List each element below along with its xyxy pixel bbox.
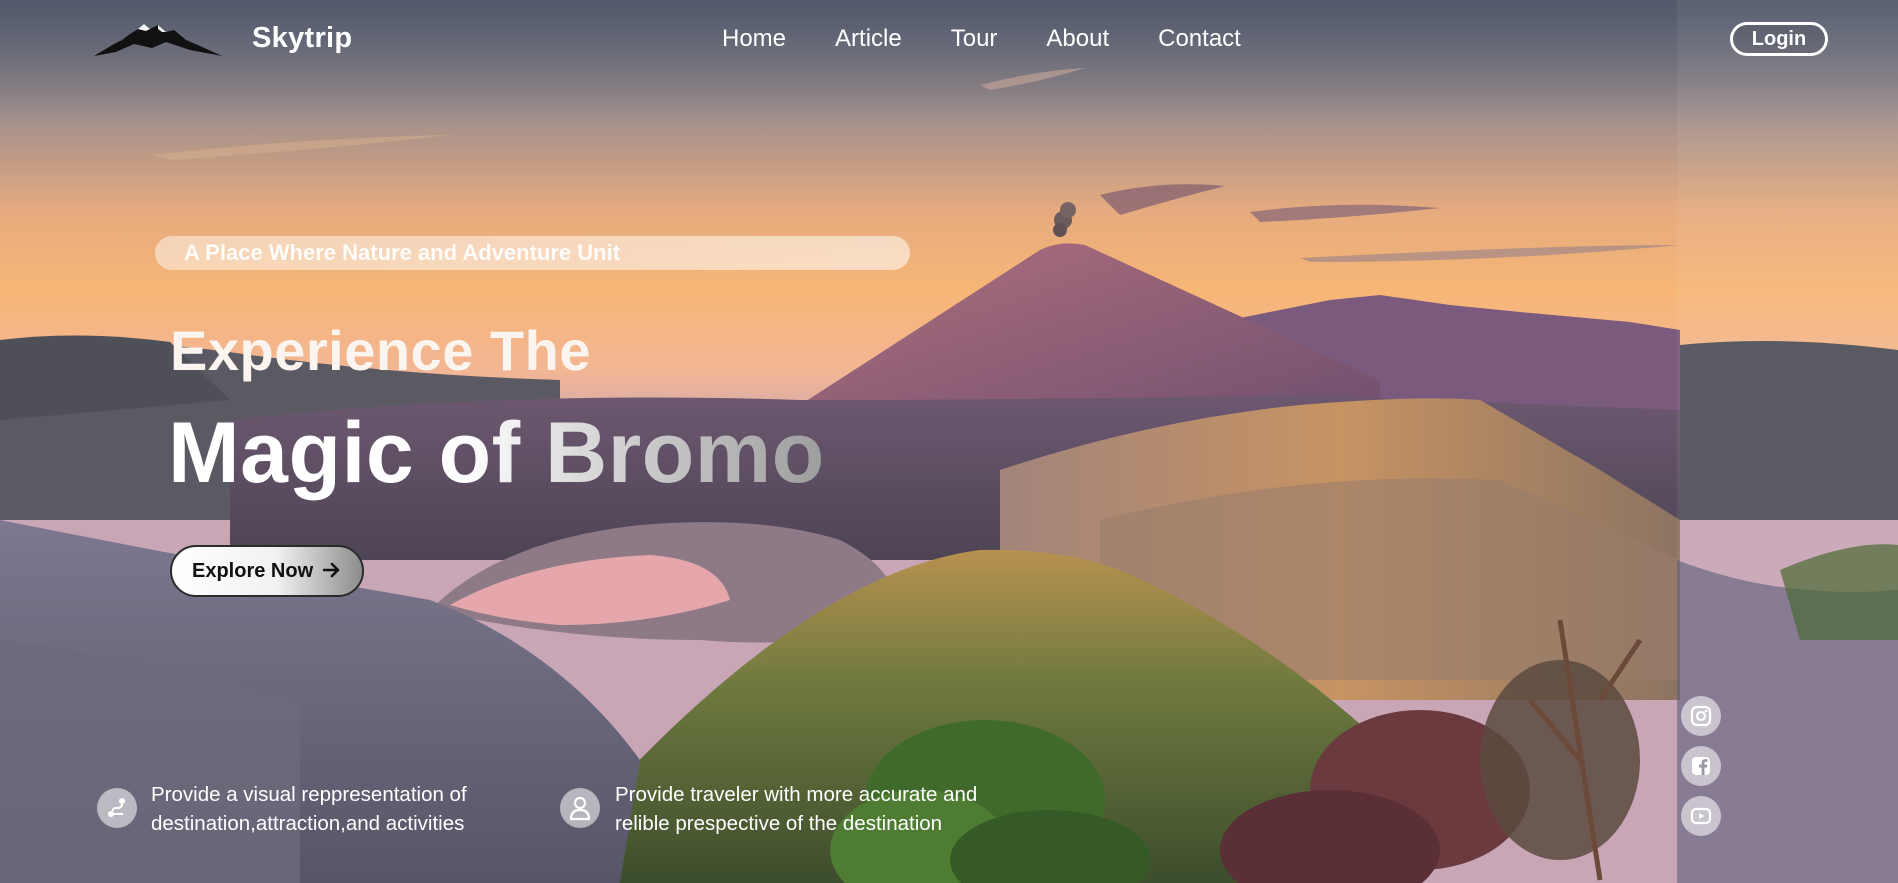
feature-item: Provide a visual reppresentation of dest… [151, 780, 467, 838]
feature-item: Provide traveler with more accurate and … [615, 780, 977, 838]
instagram-icon[interactable] [1681, 696, 1721, 736]
nav-article[interactable]: Article [835, 25, 902, 53]
user-icon [560, 788, 600, 828]
feature-text-line1: Provide a visual reppresentation of [151, 783, 467, 806]
nav-about[interactable]: About [1046, 25, 1109, 53]
facebook-icon[interactable] [1681, 746, 1721, 786]
feature-text-line2: destination,attraction,and activities [151, 812, 465, 835]
tagline-text: A Place Where Nature and Adventure Unit [184, 240, 621, 265]
main-nav: Home Article Tour About Contact [722, 25, 1290, 53]
explore-now-label: Explore Now [192, 559, 314, 582]
mountain-logo-icon[interactable] [94, 20, 222, 62]
nav-home[interactable]: Home [722, 25, 786, 53]
hero-heading-line1: Experience The [170, 319, 591, 382]
nav-contact[interactable]: Contact [1158, 25, 1241, 53]
youtube-icon[interactable] [1681, 796, 1721, 836]
login-button[interactable]: Login [1730, 22, 1828, 56]
hero-heading-line2: Magic of Bromo [168, 405, 825, 501]
route-icon [97, 788, 137, 828]
feature-text-line1: Provide traveler with more accurate and [615, 783, 978, 806]
tagline-pill: A Place Where Nature and Adventure Unit [155, 236, 910, 270]
feature-text-line2: relible prespective of the destination [615, 812, 943, 835]
arrow-right-icon [322, 558, 341, 584]
brand-name[interactable]: Skytrip [252, 22, 352, 55]
explore-now-button[interactable]: Explore Now [170, 545, 364, 597]
nav-tour[interactable]: Tour [951, 25, 998, 53]
